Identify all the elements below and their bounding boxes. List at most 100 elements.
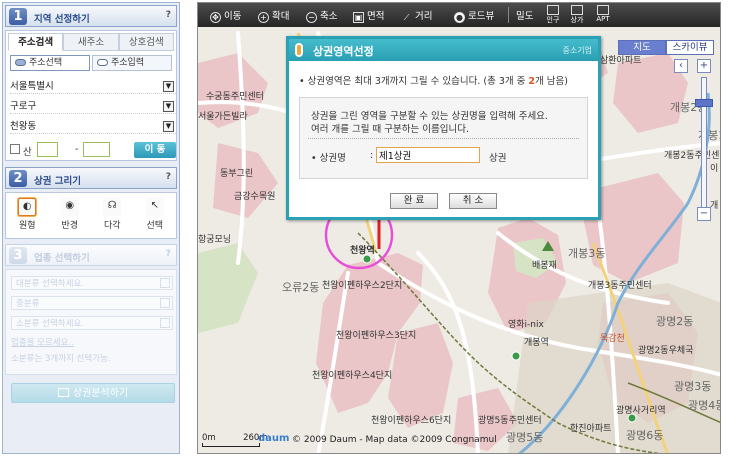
- zoom-out-icon: −: [306, 12, 317, 23]
- step1-header[interactable]: 1 지역 선정하기 ?: [5, 5, 177, 27]
- zoom-in-tool[interactable]: + 확대: [258, 8, 289, 23]
- map-label: 개봉역: [524, 338, 549, 348]
- step2-header[interactable]: 2 상권 그리기 ?: [5, 167, 177, 189]
- map-toolbar: ✥ 이동 + 확대 − 축소 ▣ 면적 ⟋ 거리 ● 로드뷰 밀도 인구 상가 APT: [198, 3, 720, 27]
- tab-new-address[interactable]: 새주소: [63, 33, 119, 51]
- roadview-label: 로드뷰: [468, 11, 495, 22]
- shop-label: 상가: [570, 16, 584, 24]
- pan-left-button[interactable]: ‹: [674, 59, 688, 73]
- map-label: 광명3동: [674, 380, 712, 393]
- field-colon: :: [370, 150, 374, 161]
- middle-category-text: 중분류: [16, 299, 40, 309]
- dialog-divider: [308, 138, 579, 139]
- zoom-in-icon: +: [258, 12, 269, 23]
- select-tool[interactable]: ↖ 선택: [137, 198, 173, 238]
- map-label: 서울가든빌라: [198, 112, 248, 122]
- address-mode: 주소선택 주소입력: [10, 55, 172, 71]
- map-label: 항궁모닝: [198, 235, 232, 245]
- roadview-tool[interactable]: ● 로드뷰: [454, 8, 494, 23]
- chevron-down-icon[interactable]: ▼: [163, 101, 174, 112]
- zoom-out-tool[interactable]: − 축소: [306, 8, 337, 23]
- move-button[interactable]: 이 동: [134, 142, 176, 158]
- lot-main-input[interactable]: [37, 142, 58, 157]
- map-type-toggle: 지도 스카이뷰: [618, 40, 714, 55]
- step1-number: 1: [9, 8, 27, 25]
- shop-layer[interactable]: 상가: [566, 5, 588, 25]
- city-select[interactable]: 서울특별시 ▼: [10, 79, 176, 94]
- map-label: 광명5동: [506, 431, 544, 444]
- tab-address-search[interactable]: 주소검색: [8, 33, 64, 51]
- category-help-link: 업종을 모르세요..: [11, 338, 74, 348]
- search-tabs: 주소검색 새주소 상호검색: [8, 33, 174, 51]
- step2-help-icon[interactable]: ?: [166, 172, 171, 182]
- population-layer[interactable]: 인구: [542, 5, 564, 25]
- draw-circle-label: 원형: [18, 221, 36, 231]
- mountain-label: 산: [23, 147, 32, 158]
- left-panel: 1 지역 선정하기 ? 주소검색 새주소 상호검색 주소선택 주소입력 서울특별…: [2, 2, 180, 454]
- move-tool-label: 이동: [224, 11, 242, 22]
- chevron-down-icon[interactable]: ▼: [163, 121, 174, 132]
- chevron-down-icon: [160, 298, 170, 308]
- step2-body: ◐ 원형 ◉ 반경 ☊ 다각 ↖ 선택: [5, 192, 177, 239]
- tab-business-search[interactable]: 상호검색: [118, 33, 174, 51]
- station-marker-icon[interactable]: [511, 351, 521, 361]
- chevron-down-icon[interactable]: ▼: [163, 81, 174, 92]
- draw-polygon-label: 다각: [103, 221, 121, 231]
- address-input-button[interactable]: 주소입력: [92, 55, 172, 71]
- apt-layer[interactable]: APT: [592, 5, 614, 23]
- map-label: 개봉3동: [568, 247, 606, 260]
- map-label: 천왕이펜하우스4단지: [312, 371, 393, 381]
- map-label: 개봉3동주민센터: [588, 281, 652, 291]
- radius-icon: ◉: [60, 198, 79, 216]
- area-icon: ▣: [353, 12, 364, 23]
- chevron-down-icon: [160, 278, 170, 288]
- density-tool[interactable]: 밀도: [516, 8, 533, 22]
- toolbar-divider: [508, 7, 509, 23]
- map-label: 동부그린: [220, 169, 254, 179]
- draw-polygon-tool[interactable]: ☊ 다각: [94, 198, 130, 238]
- cancel-button[interactable]: 취 소: [449, 193, 497, 209]
- map-label: 천왕이펜하우스6단지: [371, 416, 452, 426]
- zoom-minus-button[interactable]: −: [697, 207, 711, 221]
- city-select-value: 서울특별시: [10, 81, 54, 92]
- step3-body: 대분류 선택하세요. 중분류 소분류 선택하세요. 업종을 모르세요.. 소분류…: [5, 269, 177, 375]
- draw-circle-tool[interactable]: ◐ 원형: [9, 198, 45, 238]
- step3-number: 3: [9, 247, 27, 264]
- map-view[interactable]: 수궁동주민센터 서울가든빌라 동부그린 금강수목원 항궁모닝 천왕역 오류2동 …: [197, 2, 721, 454]
- map-label: 한진아파트: [570, 424, 612, 434]
- dong-select[interactable]: 천왕동 ▼: [10, 119, 176, 134]
- chevron-down-icon: [160, 318, 170, 328]
- address-select-label: 주소선택: [29, 58, 63, 68]
- dialog-description-line1: 상권을 그린 영역을 구분할 수 있는 상권명을 입력해 주세요.: [311, 111, 548, 122]
- trade-area-name-suffix: 상권: [489, 153, 507, 164]
- lot-sub-input[interactable]: [83, 142, 110, 157]
- map-type-sky-button[interactable]: 스카이뷰: [666, 40, 714, 55]
- address-select-button[interactable]: 주소선택: [10, 55, 90, 71]
- minor-category-text: 소분류 선택하세요.: [16, 319, 84, 329]
- map-type-map-button[interactable]: 지도: [618, 40, 666, 55]
- map-label: 광명4동: [688, 399, 720, 412]
- trade-area-name-dialog: 상권영역선정 중소기업 • 상권영역은 최대 3개까지 그릴 수 있습니다. (…: [286, 36, 601, 220]
- zoom-in-label: 확대: [272, 11, 290, 22]
- move-tool[interactable]: ✥ 이동: [210, 8, 241, 23]
- dialog-header[interactable]: 상권영역선정 중소기업: [289, 39, 598, 61]
- district-select[interactable]: 구로구 ▼: [10, 99, 176, 114]
- map-label: 광명5동주민센터: [478, 416, 542, 426]
- distance-tool[interactable]: ⟋ 거리: [401, 8, 433, 24]
- toggle-icon: [15, 59, 26, 66]
- draw-radius-tool[interactable]: ◉ 반경: [52, 198, 88, 238]
- distance-label: 거리: [415, 11, 433, 22]
- trade-area-name-input[interactable]: [376, 147, 480, 163]
- complete-button[interactable]: 완 료: [390, 193, 438, 209]
- map-label: 광명사거리역: [616, 406, 666, 416]
- zoom-slider-handle[interactable]: [695, 99, 713, 107]
- area-tool[interactable]: ▣ 면적: [353, 8, 384, 23]
- zoom-slider-track[interactable]: [701, 77, 707, 209]
- mountain-checkbox[interactable]: [10, 144, 20, 154]
- step1-help-icon[interactable]: ?: [166, 10, 171, 20]
- analyze-button-label: 상권분석하기: [72, 388, 129, 399]
- station-marker-icon[interactable]: [362, 254, 372, 264]
- move-icon: ✥: [210, 12, 221, 23]
- toggle-icon: [97, 59, 108, 66]
- zoom-plus-button[interactable]: +: [697, 59, 711, 73]
